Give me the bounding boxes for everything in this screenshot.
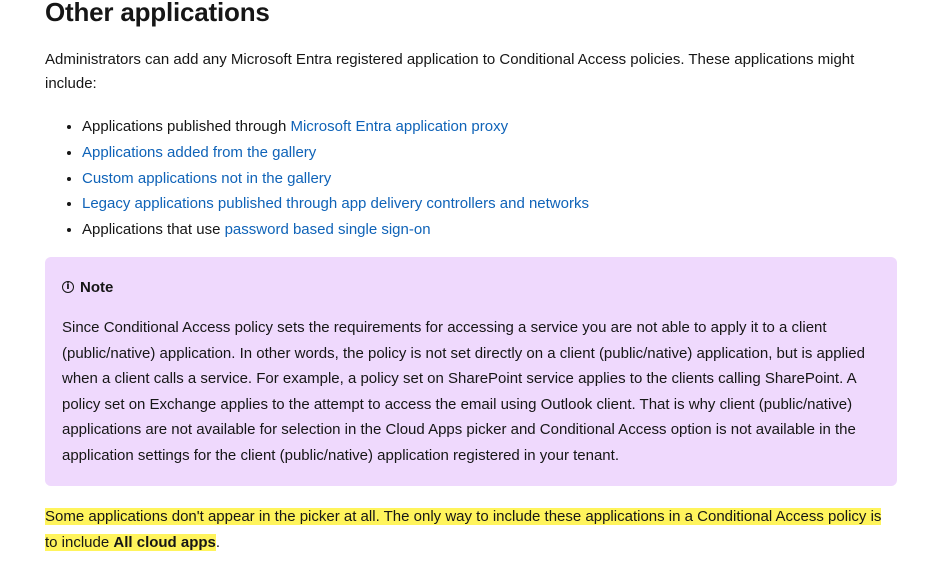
final-period: . bbox=[215, 533, 221, 551]
custom-apps-link[interactable]: Custom applications not in the gallery bbox=[82, 170, 331, 187]
info-circle-icon: i bbox=[62, 281, 74, 293]
section-title: Other applications bbox=[45, 0, 270, 27]
list-item: Applications published through Microsoft… bbox=[82, 114, 589, 140]
list-item-text: Applications published through bbox=[82, 118, 291, 135]
list-item: Legacy applications published through ap… bbox=[82, 191, 589, 217]
list-item: Applications added from the gallery bbox=[82, 140, 589, 166]
right-rail-cutoff bbox=[937, 0, 947, 581]
final-paragraph: Some applications don't appear in the pi… bbox=[45, 504, 885, 556]
applications-list: Applications published through Microsoft… bbox=[45, 114, 589, 243]
note-body: Since Conditional Access policy sets the… bbox=[62, 319, 865, 464]
intro-paragraph: Administrators can add any Microsoft Ent… bbox=[45, 51, 855, 92]
note-label: Note bbox=[80, 278, 114, 296]
app-proxy-link[interactable]: Microsoft Entra application proxy bbox=[290, 118, 508, 135]
password-sso-link[interactable]: password based single sign-on bbox=[225, 221, 431, 238]
list-item: Custom applications not in the gallery bbox=[82, 166, 589, 192]
note-header: i Note bbox=[62, 276, 881, 298]
all-cloud-apps-emphasis: All cloud apps bbox=[113, 533, 216, 551]
list-item: Applications that use password based sin… bbox=[82, 217, 589, 243]
legacy-apps-link[interactable]: Legacy applications published through ap… bbox=[82, 195, 589, 212]
note-callout: i Note Since Conditional Access policy s… bbox=[45, 257, 897, 486]
gallery-apps-link[interactable]: Applications added from the gallery bbox=[82, 144, 316, 161]
list-item-text: Applications that use bbox=[82, 221, 225, 239]
